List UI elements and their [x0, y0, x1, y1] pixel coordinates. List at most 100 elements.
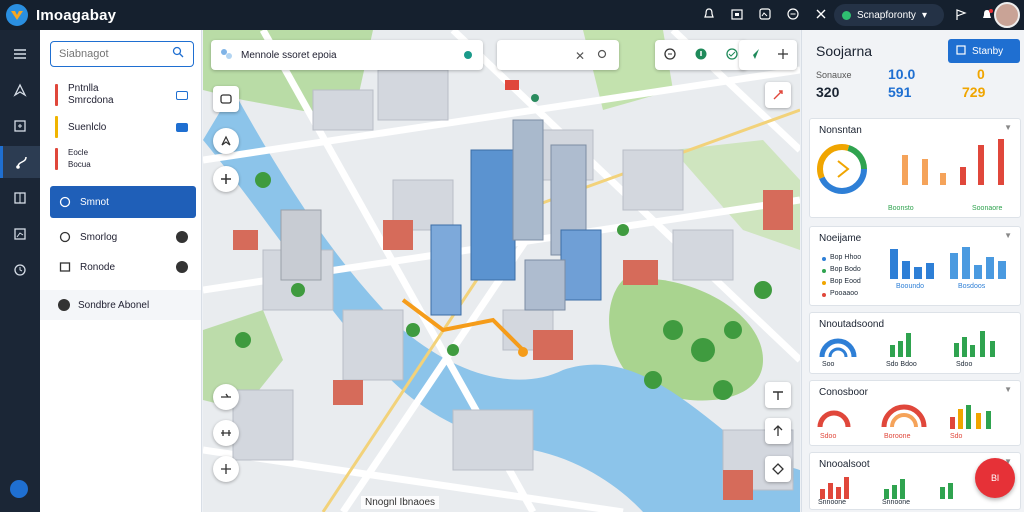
legend-item: Bop Hhoo: [830, 254, 862, 261]
tools-icon[interactable]: [812, 5, 830, 23]
map-area-label: Nnognl Ibnaoes: [361, 496, 440, 509]
bell-icon[interactable]: [700, 5, 718, 23]
more-icon[interactable]: [776, 47, 790, 64]
map-search-box[interactable]: Mennole ssoret epoia: [211, 40, 483, 70]
chat-icon[interactable]: [784, 5, 802, 23]
stat-value: 729: [962, 84, 986, 100]
card-footer: Snnoone: [818, 499, 847, 506]
status-dot-icon: [842, 10, 851, 20]
layers-icon[interactable]: [0, 110, 40, 142]
card-footer: Boonsto: [888, 205, 914, 212]
refresh-icon[interactable]: [597, 49, 607, 62]
sidebar-footer[interactable]: Sondbre Abonel: [40, 290, 201, 320]
item-color-bar: [55, 116, 58, 138]
route-pin-icon[interactable]: [518, 347, 528, 357]
poi-marker-icon[interactable]: [505, 80, 519, 90]
close-icon[interactable]: ✕: [575, 49, 585, 63]
card-footer: Boroone: [884, 433, 911, 440]
workspace-label: Scnapforonty: [857, 9, 916, 21]
app-title: Imoagabay: [36, 6, 117, 24]
user-avatar[interactable]: [994, 2, 1020, 28]
circle-icon: [58, 230, 72, 244]
card-footer: Bosdoos: [958, 283, 986, 290]
menu-icon[interactable]: [0, 38, 40, 70]
image-icon[interactable]: [756, 5, 774, 23]
card-conversions[interactable]: Conosboor ▼ Sdoo Boroone Sdo: [809, 380, 1021, 446]
pin-icon[interactable]: [463, 50, 473, 63]
topbar-actions: [952, 6, 996, 24]
sidebar: PntnllaSmrcdona Suenlclo EocleBocua Smno…: [40, 30, 202, 512]
panel-action-button[interactable]: Stanby: [948, 39, 1020, 63]
conversions-chart: [817, 404, 991, 429]
card-overview[interactable]: Nonsntan ▼ Boonsto Soonaore: [809, 118, 1021, 218]
sidebar-item-6[interactable]: Ronode: [50, 252, 196, 282]
sidebar-item-2[interactable]: Suenlclo: [50, 112, 196, 142]
sidebar-item-5[interactable]: Smorlog: [50, 222, 196, 252]
pin-tool-button[interactable]: [765, 382, 791, 408]
north-button[interactable]: [765, 418, 791, 444]
card-footer: Soonaore: [972, 205, 1003, 212]
search-icon[interactable]: [172, 46, 184, 61]
routes-icon[interactable]: [0, 146, 40, 178]
route-tool-button[interactable]: [765, 82, 791, 108]
card-footer: Soo: [822, 361, 835, 368]
legend-item: Pooaaoo: [830, 290, 859, 297]
navigate-icon[interactable]: [747, 47, 761, 64]
badge-icon: [176, 122, 188, 132]
legend-item: Bop Bodo: [830, 266, 861, 273]
map-extra-tools: [739, 40, 797, 70]
report-icon: [956, 44, 966, 58]
sidebar-item-3[interactable]: Eocle Bocua: [50, 144, 196, 174]
sidebar-item-selected[interactable]: Smnot: [50, 186, 196, 218]
sidebar-item-label: Smnot: [80, 196, 109, 208]
target-icon: [58, 195, 72, 209]
box-icon: [58, 260, 72, 274]
map-canvas[interactable]: [203, 30, 800, 512]
panels-icon[interactable]: [0, 182, 40, 214]
stat-top-value: 10.0: [888, 66, 916, 82]
pin-drop-icon[interactable]: [694, 47, 708, 64]
map-view[interactable]: Mennole ssoret epoia ✕ Nnognl Ibnaoes: [203, 30, 800, 512]
toggle-icon[interactable]: [176, 231, 188, 243]
help-icon[interactable]: [10, 480, 28, 498]
card-footer: Sdo Bdoo: [886, 361, 917, 368]
draw-tool-button[interactable]: [213, 384, 239, 410]
legend-item: Bop Eood: [830, 278, 861, 285]
info-icon: [58, 299, 70, 311]
sidebar-item-1[interactable]: Pntnlla Smrcdona: [50, 80, 196, 110]
sidebar-footer-label: Sondbre Abonel: [78, 299, 150, 311]
top-bar: Imoagabay Scnapforonty ▾: [0, 0, 1024, 30]
stat-value: 591: [888, 84, 912, 100]
card-breakdown[interactable]: Noeijame ▼ Bop Hhoo Bop Bodo Bop Eood Po…: [809, 226, 1021, 306]
layers-toggle-button[interactable]: [213, 86, 239, 112]
satellite-icon[interactable]: [725, 47, 739, 64]
diamond-tool-button[interactable]: [765, 456, 791, 482]
history-icon[interactable]: [0, 254, 40, 286]
item-color-bar: [55, 84, 58, 106]
zoom-in-button[interactable]: [213, 166, 239, 192]
stat-label: Sonauxe: [816, 70, 852, 80]
zoom-out-button[interactable]: [213, 456, 239, 482]
chevron-down-icon: ▾: [921, 9, 927, 21]
item-color-bar: [55, 148, 58, 170]
compass-icon[interactable]: [663, 47, 677, 64]
map-query-field[interactable]: ✕: [497, 40, 619, 70]
sidebar-item-label: Smorlog: [80, 231, 118, 243]
flag-icon[interactable]: [952, 6, 970, 24]
analytics-icon[interactable]: [0, 218, 40, 250]
app-logo-icon[interactable]: [6, 4, 28, 26]
card-footer: Sdoo: [956, 361, 973, 368]
navigation-icon[interactable]: [0, 74, 40, 106]
map-app-icon: [219, 47, 233, 64]
toggle-icon[interactable]: [176, 261, 188, 273]
measure-tool-button[interactable]: [213, 420, 239, 446]
location-pin-icon[interactable]: [531, 94, 539, 102]
calendar-icon[interactable]: [728, 5, 746, 23]
overview-chart: [817, 139, 1004, 194]
sidebar-item-label: Pntnlla Smrcdona: [68, 83, 114, 106]
compass-button[interactable]: [213, 128, 239, 154]
card-footer: Booundo: [896, 283, 925, 290]
card-performance[interactable]: Nnoutadsoond Soo Sdo Bdoo Sdoo: [809, 312, 1021, 374]
quick-action-button[interactable]: Bl: [975, 458, 1015, 498]
workspace-selector[interactable]: Scnapforonty ▾: [834, 4, 944, 26]
